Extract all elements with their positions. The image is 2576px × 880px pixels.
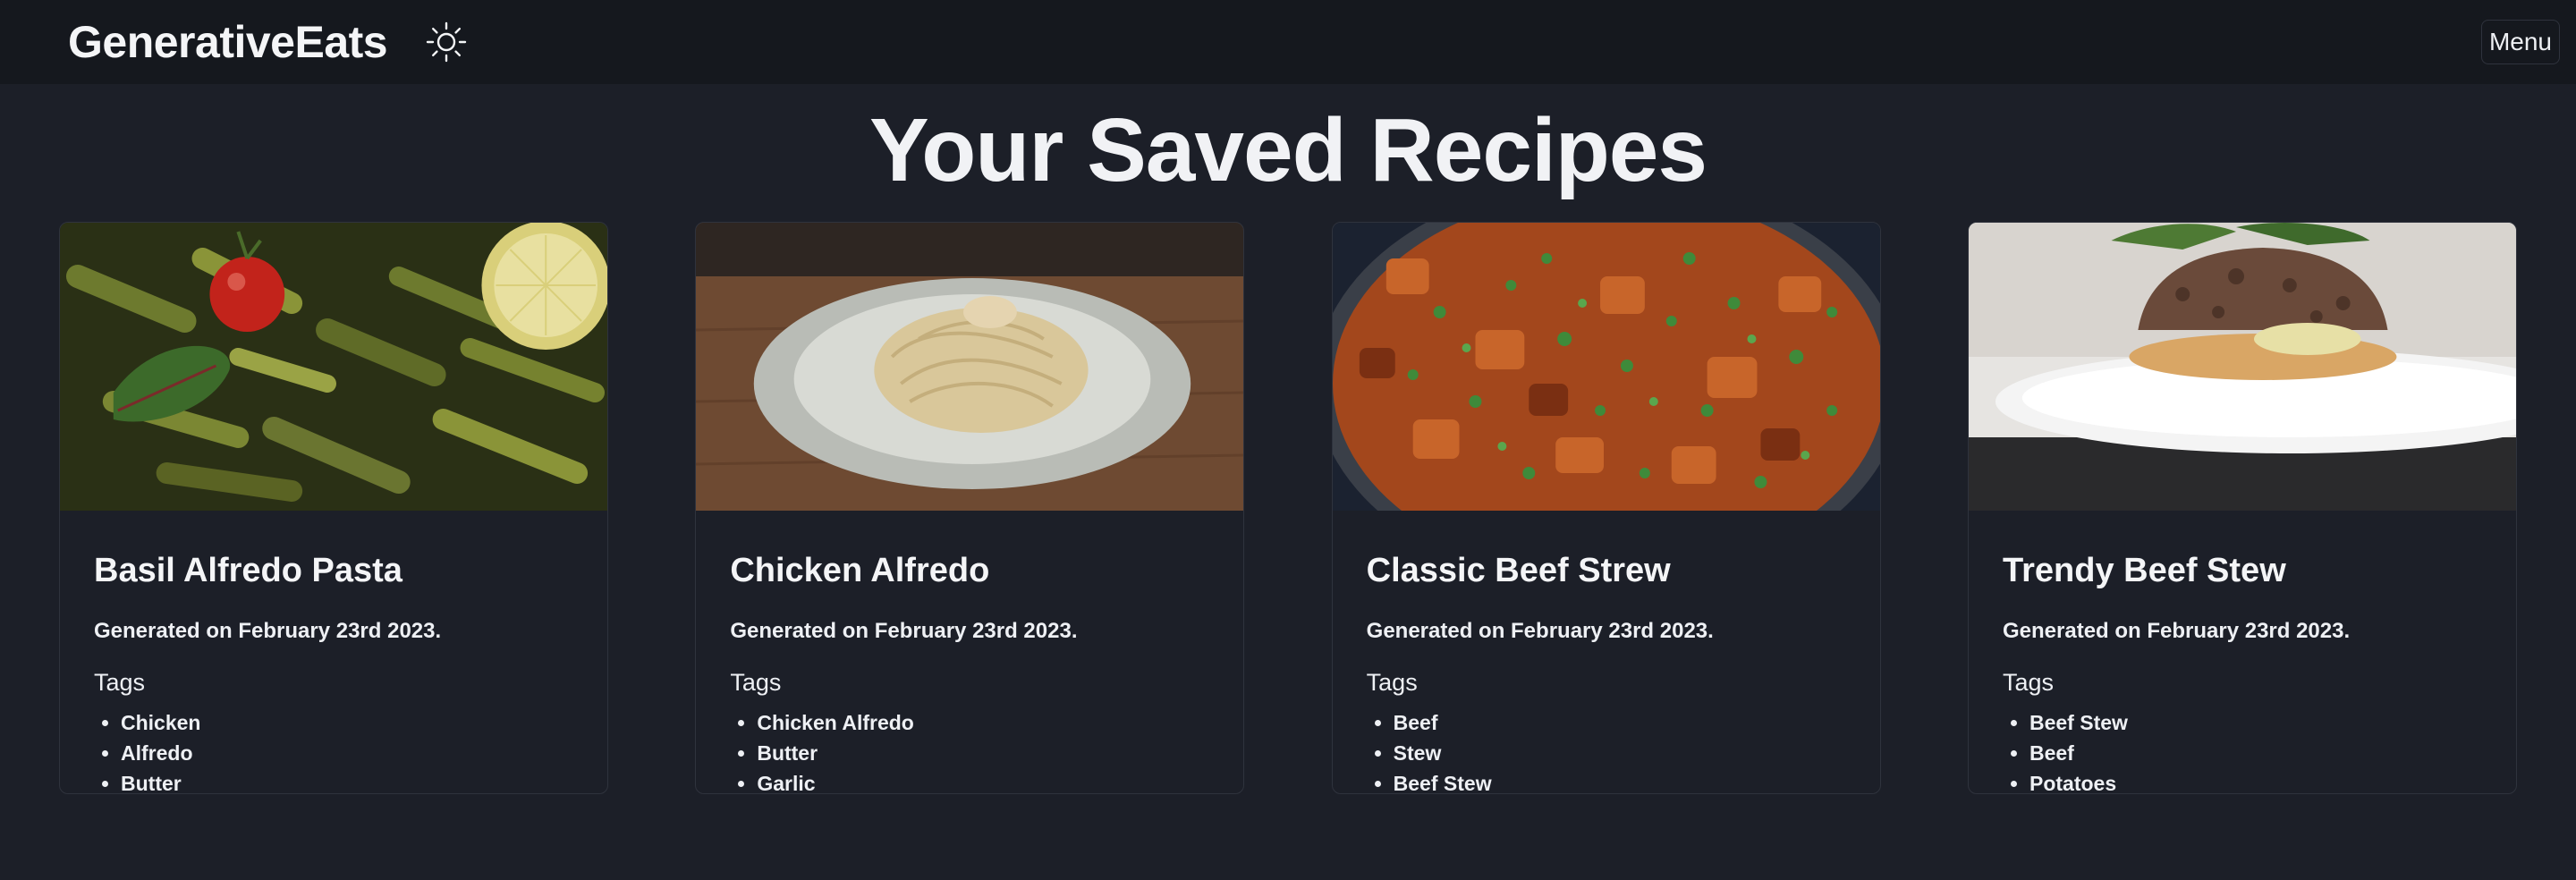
recipe-card[interactable]: Basil Alfredo Pasta Generated on Februar… [59, 222, 608, 794]
tag-list: Chicken Alfredo Butter Garlic [730, 707, 1209, 793]
tag-item: Butter [121, 768, 573, 793]
recipe-date: Generated on February 23rd 2023. [730, 619, 1078, 643]
recipe-image [60, 223, 607, 511]
brand: GenerativeEats [68, 16, 470, 68]
tags-label: Tags [730, 669, 782, 696]
tag-item: Chicken [121, 707, 573, 738]
card-body: Chicken Alfredo Generated on February 23… [696, 511, 1243, 793]
brand-title[interactable]: GenerativeEats [68, 16, 388, 68]
tag-item: Beef [1394, 707, 1846, 738]
tags-label: Tags [94, 669, 146, 696]
card-body: Trendy Beef Stew Generated on February 2… [1969, 511, 2516, 793]
recipe-title[interactable]: Trendy Beef Stew [2003, 552, 2482, 590]
recipe-image [1332, 223, 1880, 511]
tag-item: Garlic [757, 768, 1209, 793]
recipe-card[interactable]: Chicken Alfredo Generated on February 23… [695, 222, 1245, 794]
tag-item: Beef Stew [2029, 707, 2482, 738]
tag-item: Butter [757, 738, 1209, 768]
tags-label: Tags [2002, 669, 2055, 696]
recipe-date: Generated on February 23rd 2023. [94, 619, 442, 643]
recipe-title[interactable]: Classic Beef Strew [1367, 552, 1846, 590]
tag-item: Beef [2029, 738, 2482, 768]
card-body: Classic Beef Strew Generated on February… [1333, 511, 1880, 793]
navbar: GenerativeEats Menu [0, 0, 2576, 84]
card-body: Basil Alfredo Pasta Generated on Februar… [60, 511, 607, 793]
tag-list: Beef Stew Beef Potatoes [2003, 707, 2482, 793]
recipe-card[interactable]: Classic Beef Strew Generated on February… [1331, 222, 1881, 794]
sun-icon[interactable] [423, 19, 470, 65]
tag-list: Chicken Alfredo Butter [94, 707, 573, 793]
recipe-date: Generated on February 23rd 2023. [2002, 619, 2351, 643]
tag-list: Beef Stew Beef Stew [1367, 707, 1846, 793]
tag-item: Potatoes [2029, 768, 2482, 793]
recipe-image [696, 223, 1244, 511]
tag-item: Chicken Alfredo [757, 707, 1209, 738]
recipe-card[interactable]: Trendy Beef Stew Generated on February 2… [1967, 222, 2517, 794]
tag-item: Beef Stew [1394, 768, 1846, 793]
recipe-image [1968, 223, 2516, 511]
recipe-title[interactable]: Chicken Alfredo [730, 552, 1209, 590]
page-title: Your Saved Recipes [869, 100, 1707, 200]
recipe-list: Basil Alfredo Pasta Generated on Februar… [0, 222, 2576, 794]
tags-label: Tags [1366, 669, 1418, 696]
tag-item: Stew [1394, 738, 1846, 768]
recipe-title[interactable]: Basil Alfredo Pasta [94, 552, 573, 590]
recipe-date: Generated on February 23rd 2023. [1366, 619, 1714, 643]
tag-item: Alfredo [121, 738, 573, 768]
menu-button[interactable]: Menu [2480, 20, 2560, 64]
